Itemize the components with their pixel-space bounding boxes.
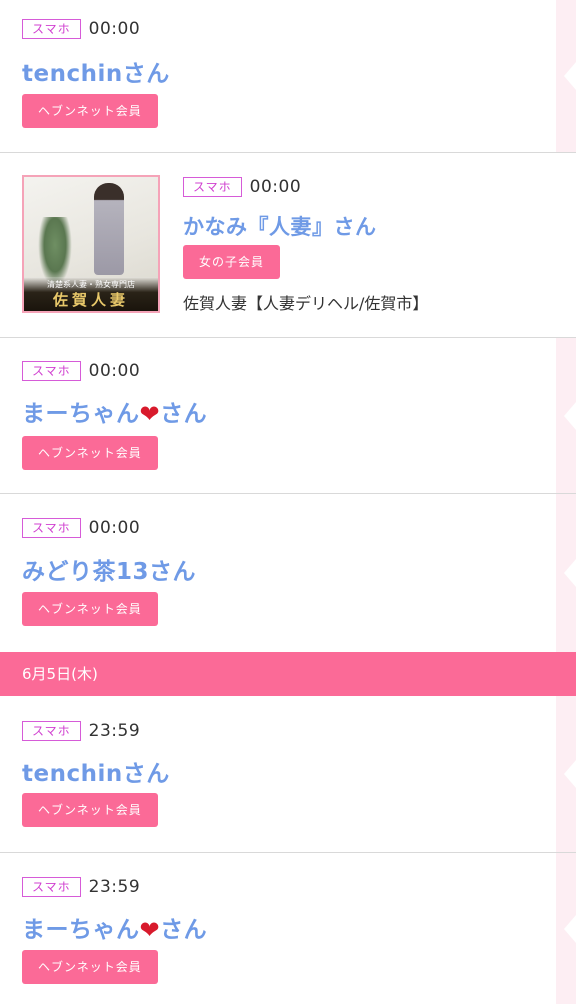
access-history-page: スマホ 00:00 tenchinさん ヘブンネット会員 清楚系人妻・熟女専門店…: [0, 0, 576, 1004]
device-badge: スマホ: [22, 361, 81, 381]
list-item[interactable]: スマホ 23:59 tenchinさん ヘブンネット会員: [0, 696, 576, 853]
device-badge: スマホ: [22, 19, 81, 39]
access-time: 00:00: [88, 361, 141, 381]
access-time: 00:00: [88, 518, 141, 538]
member-badge: ヘブンネット会員: [22, 592, 158, 626]
access-time: 23:59: [88, 877, 141, 897]
member-badge: ヘブンネット会員: [22, 793, 158, 827]
list-item[interactable]: スマホ 00:00 みどり茶13さん ヘブンネット会員: [0, 494, 576, 652]
visitor-name[interactable]: tenchinさん: [22, 754, 170, 788]
chevron-left-icon: [556, 494, 576, 652]
access-time: 00:00: [249, 177, 302, 197]
member-badge: ヘブンネット会員: [22, 94, 158, 128]
list-item[interactable]: スマホ 00:00 まーちゃん❤さん ヘブンネット会員: [0, 338, 576, 494]
device-badge: スマホ: [22, 721, 81, 741]
visitor-name-text: まーちゃん: [22, 401, 140, 427]
list-item[interactable]: スマホ 23:59 まーちゃん❤さん ヘブンネット会員: [0, 853, 576, 1004]
entry-meta: スマホ 00:00: [22, 361, 140, 381]
visitor-name-suffix: さん: [160, 917, 208, 943]
red-heart-icon: ❤: [139, 400, 161, 428]
entry-meta: スマホ 23:59: [22, 721, 140, 741]
visitor-name-text: まーちゃん: [22, 917, 140, 943]
member-badge: ヘブンネット会員: [22, 436, 158, 470]
member-badge: 女の子会員: [183, 245, 281, 279]
entry-meta: スマホ 00:00: [22, 518, 140, 538]
device-badge: スマホ: [22, 877, 81, 897]
entry-meta: スマホ 23:59: [22, 877, 140, 897]
shop-logo: 佐賀人妻: [52, 291, 129, 309]
shop-name[interactable]: 佐賀人妻【人妻デリヘル/佐賀市】: [183, 290, 428, 314]
person-figure: [94, 183, 124, 275]
access-time: 00:00: [88, 19, 141, 39]
visitor-name[interactable]: まーちゃん❤さん: [22, 394, 207, 428]
chevron-left-icon: [556, 853, 576, 1004]
profile-thumbnail[interactable]: 清楚系人妻・熟女専門店 佐賀人妻: [22, 175, 160, 313]
list-item[interactable]: 清楚系人妻・熟女専門店 佐賀人妻 スマホ 00:00 かなみ『人妻』さん 女の子…: [0, 153, 576, 338]
logo-subtitle: 清楚系人妻・熟女専門店: [47, 280, 135, 289]
visitor-name[interactable]: tenchinさん: [22, 54, 170, 88]
visitor-name[interactable]: かなみ『人妻』さん: [183, 211, 377, 241]
visitor-name[interactable]: みどり茶13さん: [22, 552, 196, 586]
visitor-name-suffix: さん: [160, 401, 208, 427]
entry-meta: スマホ 00:00: [183, 177, 301, 197]
chevron-left-icon: [556, 338, 576, 493]
red-heart-icon: ❤: [139, 916, 161, 944]
device-badge: スマホ: [183, 177, 242, 197]
device-badge: スマホ: [22, 518, 81, 538]
visitor-name[interactable]: まーちゃん❤さん: [22, 910, 207, 944]
access-time: 23:59: [88, 721, 141, 741]
member-badge: ヘブンネット会員: [22, 950, 158, 984]
chevron-left-icon: [556, 696, 576, 852]
entry-meta: スマホ 00:00: [22, 19, 140, 39]
shop-logo-banner: 清楚系人妻・熟女専門店 佐賀人妻: [24, 277, 158, 311]
chevron-left-icon: [556, 0, 576, 152]
list-item[interactable]: スマホ 00:00 tenchinさん ヘブンネット会員: [0, 0, 576, 153]
date-header: 6月5日(木): [0, 652, 576, 696]
